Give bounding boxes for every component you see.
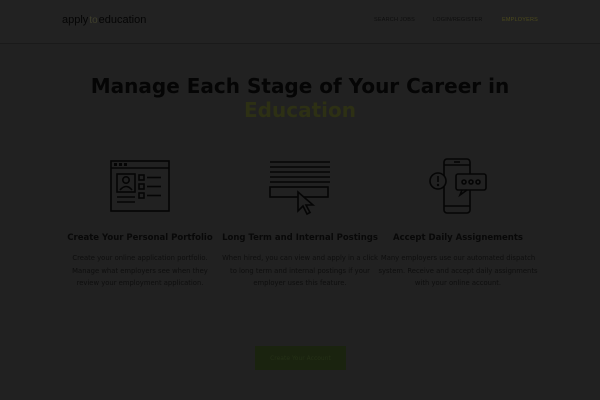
nav-search-jobs[interactable]: SEARCH JOBS (374, 17, 415, 23)
feature-title: Accept Daily Assignements (393, 233, 523, 243)
logo-text-apply: apply (62, 14, 89, 26)
feature-description: Many employers use our automated dispatc… (378, 254, 538, 287)
nav-employers[interactable]: EMPLOYERS (502, 17, 538, 23)
page-title: Manage Each Stage of Your Career in Educ… (0, 74, 600, 122)
feature-description: Create your online application portfolio… (72, 254, 208, 287)
create-account-button[interactable]: Create Your Account (255, 346, 346, 370)
page-title-accent: Education (244, 98, 356, 122)
portfolio-browser-icon (108, 155, 172, 219)
site-header: applytoeducation SEARCH JOBS LOGIN/REGIS… (0, 0, 600, 44)
mobile-alert-icon (426, 155, 490, 219)
feature-postings: Long Term and Internal Postings When hir… (220, 155, 380, 290)
feature-assignments: Accept Daily Assignements Many employers… (378, 155, 538, 290)
postings-click-icon (268, 155, 332, 219)
feature-title: Create Your Personal Portfolio (67, 233, 213, 243)
logo-text-to: to (89, 15, 98, 26)
feature-portfolio: Create Your Personal Portfolio Create yo… (60, 155, 220, 290)
logo-text-education: education (98, 14, 147, 26)
feature-title: Long Term and Internal Postings (222, 233, 378, 243)
feature-description: When hired, you can view and apply in a … (222, 254, 378, 287)
nav-login-register[interactable]: LOGIN/REGISTER (433, 17, 483, 23)
page-title-line1: Manage Each Stage of Your Career in (90, 74, 510, 98)
site-logo[interactable]: applytoeducation (62, 14, 146, 30)
